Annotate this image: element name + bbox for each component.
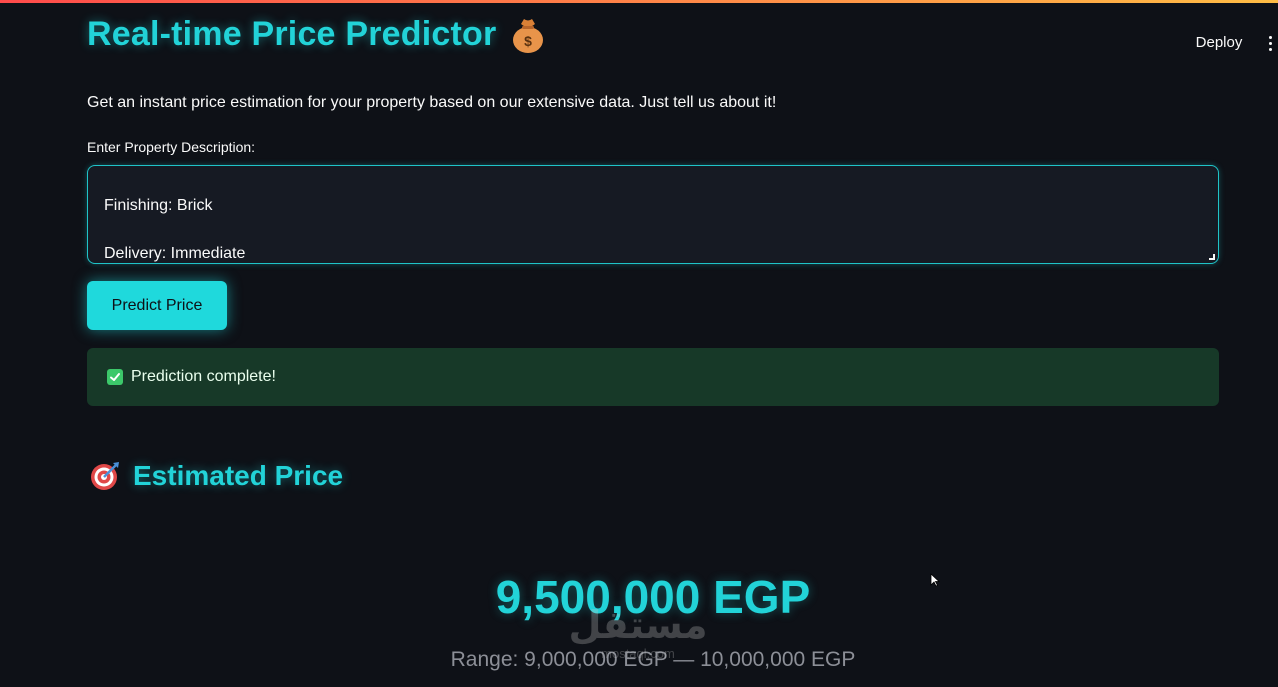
check-mark-icon [107, 369, 123, 385]
mouse-cursor-icon [930, 573, 940, 587]
intro-text: Get an instant price estimation for your… [87, 94, 777, 111]
description-label: Enter Property Description: [87, 139, 256, 155]
predicted-price: 9,500,000 EGP [495, 571, 811, 623]
money-bag-icon: $ [513, 19, 544, 53]
estimate-heading-row: Estimated Price [89, 456, 343, 496]
deploy-button[interactable]: Deploy [1184, 31, 1254, 55]
title-row: Real-time Price Predictor $ [87, 10, 546, 58]
svg-text:$: $ [524, 33, 532, 49]
success-message: Prediction complete! [131, 368, 276, 385]
success-alert: Prediction complete! [87, 348, 1219, 406]
predict-price-button[interactable]: Predict Price [87, 281, 227, 330]
target-icon [91, 462, 119, 490]
vertical-ellipsis-icon[interactable] [1262, 33, 1278, 53]
resize-handle-icon[interactable] [1209, 254, 1215, 260]
property-description-textarea[interactable]: Finishing: Brick Delivery: Immediate [87, 165, 1219, 264]
description-line: Finishing: Brick [104, 197, 213, 214]
price-range: Range: 9,000,000 EGP — 10,000,000 EGP [450, 648, 856, 671]
description-line: Delivery: Immediate [104, 245, 246, 262]
estimated-price-heading: Estimated Price [133, 460, 344, 491]
page-title: Real-time Price Predictor [87, 14, 497, 53]
